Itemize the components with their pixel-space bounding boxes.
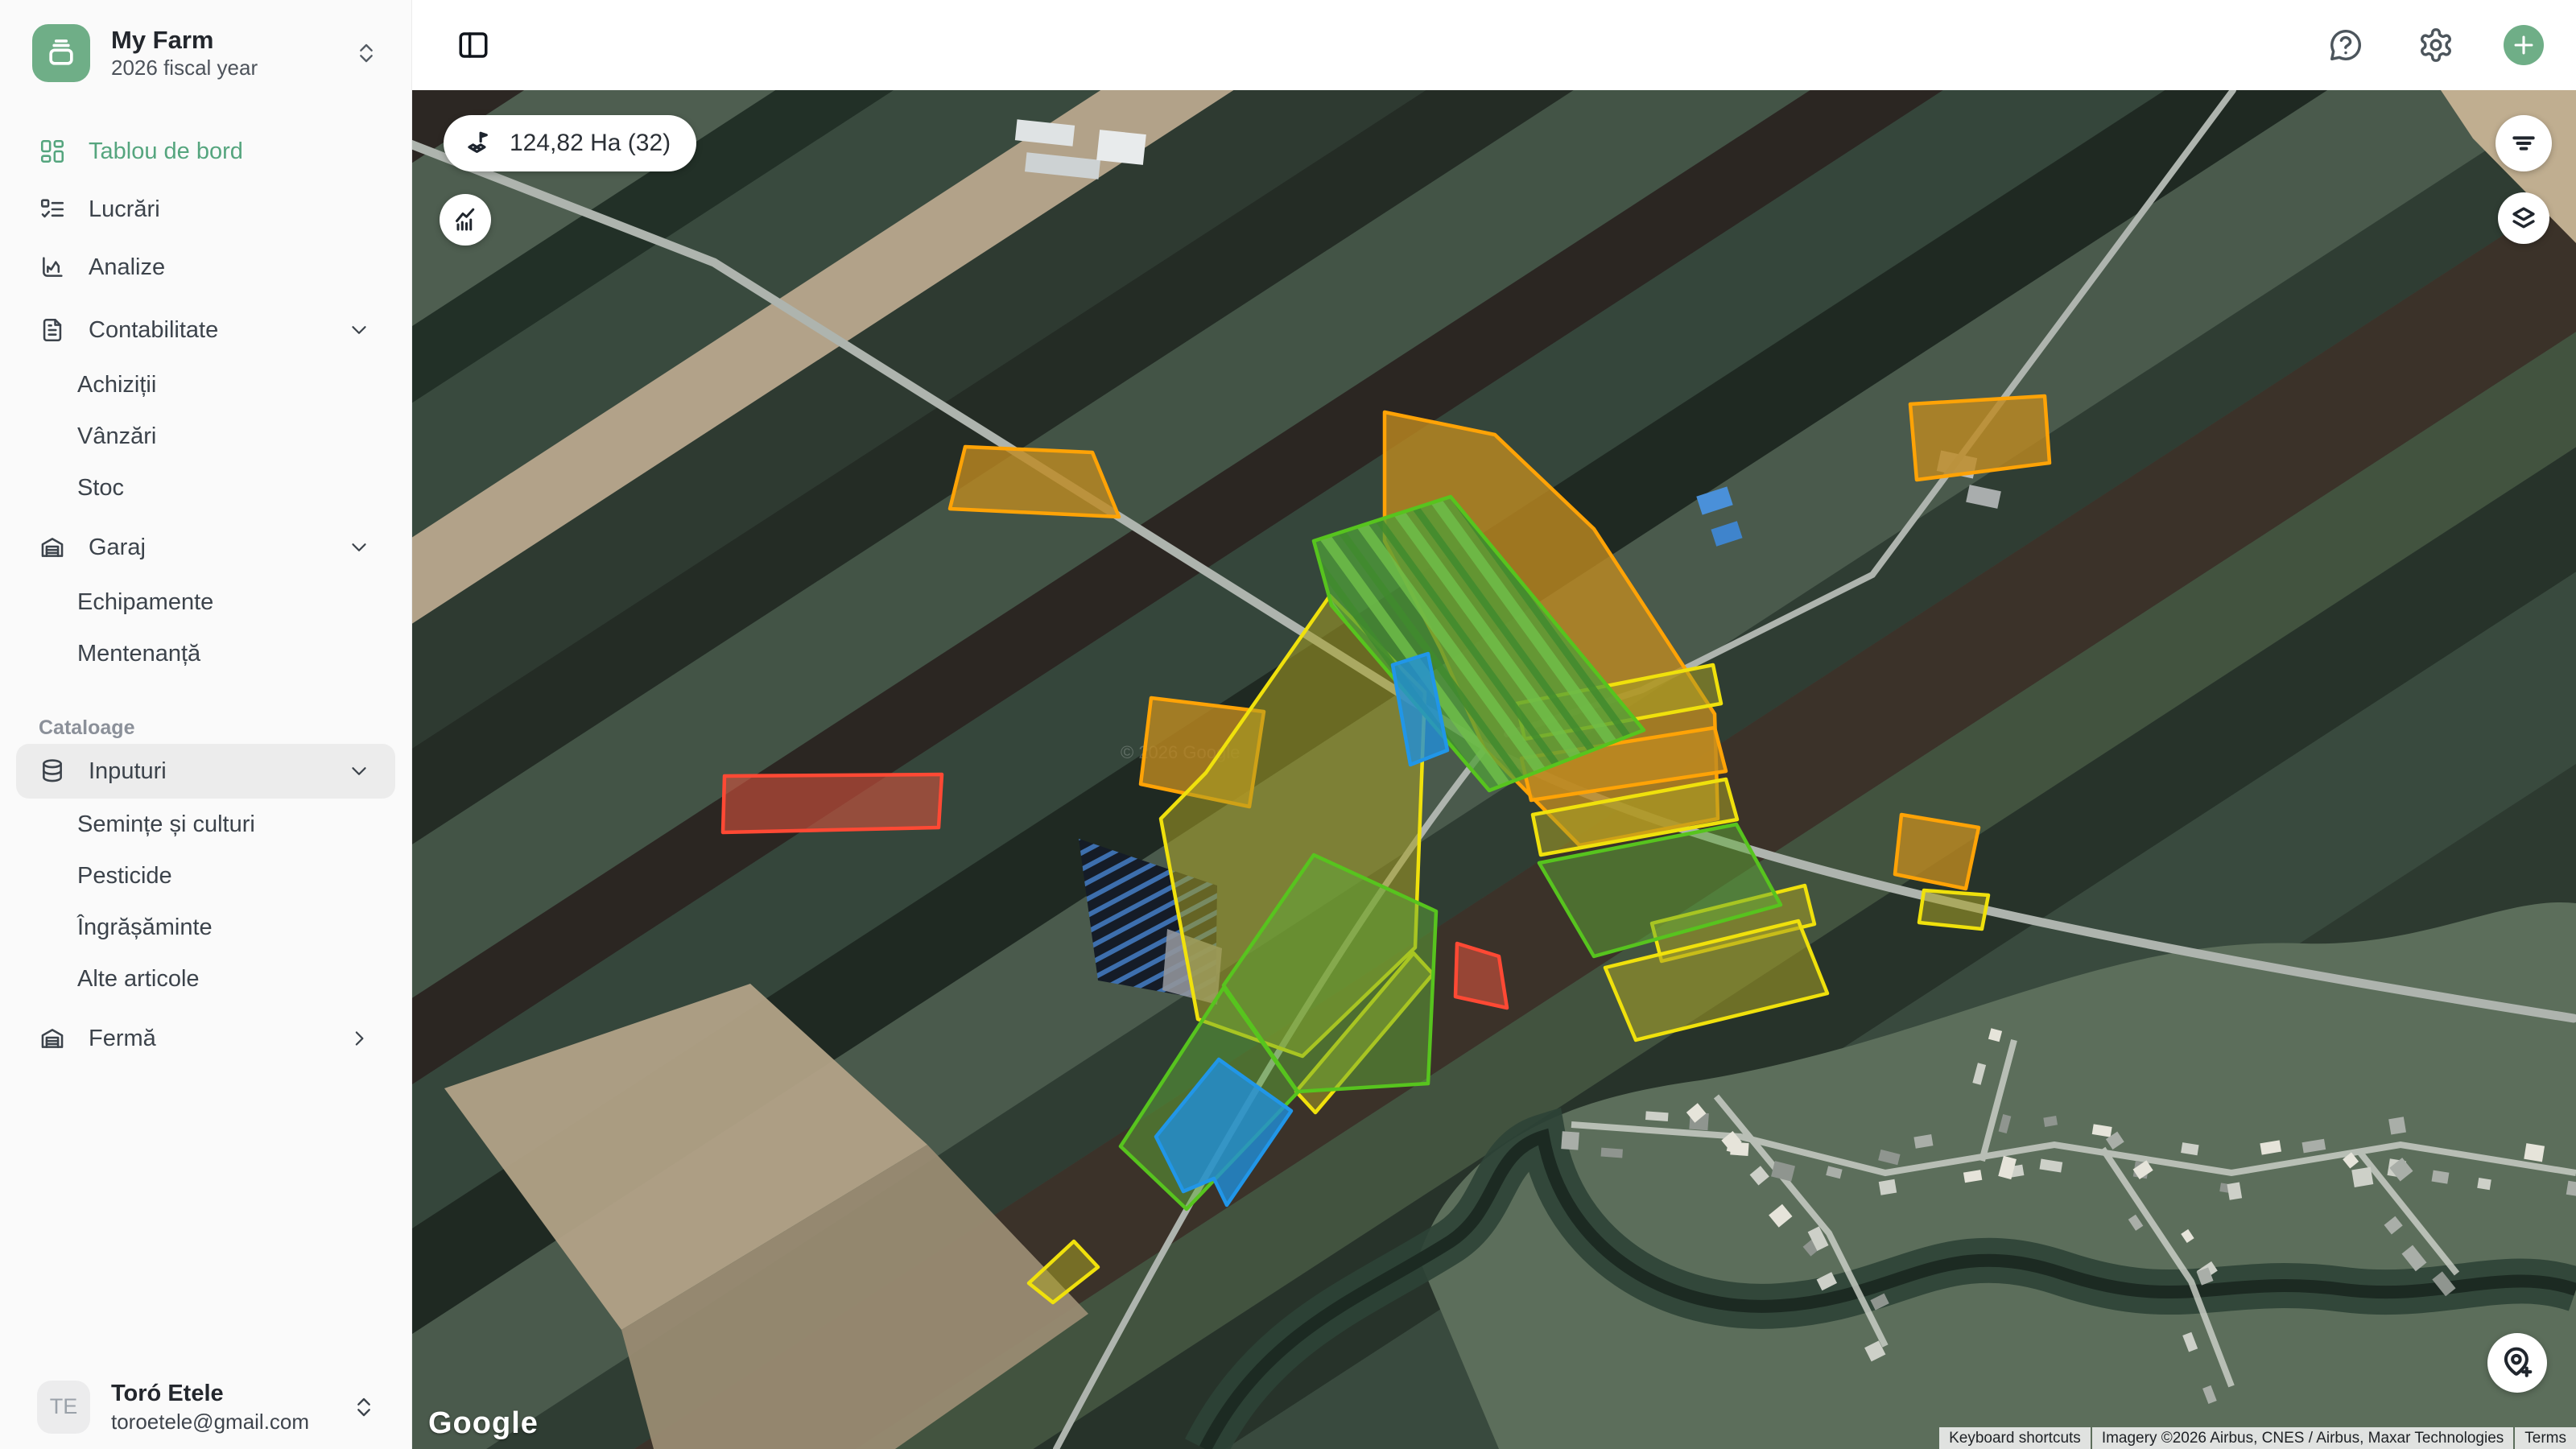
- avatar: TE: [37, 1381, 90, 1434]
- sidebar-item-maintenance[interactable]: Mentenanță: [0, 628, 411, 679]
- topbar: [412, 0, 2576, 90]
- sidebar-item-label: Analize: [89, 254, 371, 281]
- barn-icon: [39, 1025, 66, 1052]
- field-polygon-orange[interactable]: [1910, 396, 2050, 480]
- sidebar-item-label: Fermă: [89, 1026, 324, 1052]
- sidebar-item-pesticides[interactable]: Pesticide: [0, 850, 411, 902]
- chevron-down-icon: [347, 535, 371, 559]
- sidebar-item-label: Inputuri: [89, 758, 324, 785]
- user-menu[interactable]: TE Toró Etele toroetele@gmail.com: [0, 1379, 412, 1435]
- user-email: toroetele@gmail.com: [111, 1409, 330, 1435]
- dashboard-grid-icon: [39, 138, 66, 165]
- farm-management-app: My Farm 2026 fiscal year Tablou de bord: [0, 0, 2576, 1449]
- chevrons-up-down-icon[interactable]: [351, 1394, 377, 1420]
- farm-silo-icon: [43, 35, 79, 71]
- field-polygon-orange[interactable]: [1895, 815, 1979, 889]
- field-polygon-red[interactable]: [723, 774, 942, 832]
- chevron-down-icon: [347, 318, 371, 342]
- garage-icon: [39, 534, 66, 561]
- add-location-button[interactable]: [2487, 1333, 2547, 1393]
- plus-icon: [2510, 31, 2537, 59]
- fields-flag-icon: [463, 128, 493, 159]
- field-polygon-yellow[interactable]: [1919, 890, 1988, 929]
- sidebar-item-other-articles[interactable]: Alte articole: [0, 953, 411, 1005]
- terms-link[interactable]: Terms: [2515, 1427, 2576, 1449]
- chevron-down-icon: [347, 759, 371, 783]
- sidebar-item-seeds[interactable]: Semințe și culturi: [0, 799, 411, 850]
- help-button[interactable]: [2323, 23, 2368, 68]
- chevrons-up-down-icon[interactable]: [353, 40, 379, 66]
- sidebar-item-dashboard[interactable]: Tablou de bord: [0, 122, 411, 180]
- sidebar-toggle-button[interactable]: [451, 23, 496, 68]
- sidebar-item-label: Garaj: [89, 535, 324, 561]
- add-location-pin-icon: [2500, 1345, 2535, 1381]
- chart-icon: [39, 254, 66, 281]
- sidebar-item-analytics[interactable]: Analize: [0, 238, 411, 296]
- analytics-map-button[interactable]: [440, 194, 491, 246]
- user-name: Toró Etele: [111, 1379, 330, 1408]
- bar-chart-icon: [451, 205, 480, 234]
- sidebar-item-equipment[interactable]: Echipamente: [0, 576, 411, 628]
- document-icon: [39, 316, 66, 344]
- keyboard-shortcuts-link[interactable]: Keyboard shortcuts: [1939, 1427, 2091, 1449]
- map-canvas[interactable]: © 2026 Google: [412, 90, 2576, 1449]
- add-button[interactable]: [2504, 25, 2544, 65]
- area-summary-label: 124,82 Ha (32): [510, 130, 671, 157]
- layers-icon: [2508, 203, 2539, 233]
- sidebar-item-accounting[interactable]: Contabilitate: [0, 301, 411, 359]
- sidebar-item-tasks[interactable]: Lucrări: [0, 180, 411, 238]
- tasks-checklist-icon: [39, 196, 66, 223]
- sidebar-item-inputs[interactable]: Inputuri: [16, 744, 395, 799]
- filter-icon: [2508, 127, 2540, 159]
- area-summary-badge[interactable]: 124,82 Ha (32): [444, 115, 696, 171]
- catalog-section-label: Cataloage: [0, 712, 411, 744]
- sidebar-item-stock[interactable]: Stoc: [0, 462, 411, 514]
- help-icon: [2327, 27, 2364, 64]
- map-area: © 2026 Google 124,82 Ha (32): [412, 90, 2576, 1449]
- chevron-right-icon: [347, 1026, 371, 1051]
- sidebar-item-garage[interactable]: Garaj: [0, 518, 411, 576]
- database-icon: [39, 758, 66, 785]
- settings-button[interactable]: [2413, 23, 2458, 68]
- sidebar-item-sales[interactable]: Vânzări: [0, 411, 411, 462]
- sidebar: My Farm 2026 fiscal year Tablou de bord: [0, 0, 412, 1449]
- sidebar-item-label: Tablou de bord: [89, 138, 371, 165]
- filter-button[interactable]: [2496, 115, 2552, 171]
- sidebar-item-farm[interactable]: Fermă: [0, 1009, 411, 1067]
- map-attribution: Keyboard shortcuts Imagery ©2026 Airbus,…: [1938, 1427, 2576, 1449]
- farm-logo: [32, 24, 90, 82]
- workspace-switcher[interactable]: My Farm 2026 fiscal year: [0, 8, 411, 98]
- sidebar-item-label: Lucrări: [89, 196, 371, 223]
- sidebar-item-fertilizers[interactable]: Îngrășăminte: [0, 902, 411, 953]
- sidebar-item-purchases[interactable]: Achiziții: [0, 359, 411, 411]
- field-polygon-orange[interactable]: [950, 447, 1119, 517]
- google-logo: Google: [428, 1406, 539, 1441]
- gear-icon: [2417, 27, 2454, 64]
- imagery-attribution: Imagery ©2026 Airbus, CNES / Airbus, Max…: [2092, 1427, 2513, 1449]
- fiscal-year: 2026 fiscal year: [111, 55, 332, 81]
- sidebar-item-label: Contabilitate: [89, 317, 324, 344]
- workspace-name: My Farm: [111, 25, 332, 55]
- layers-button[interactable]: [2498, 192, 2549, 244]
- panel-left-icon: [456, 28, 490, 62]
- sidebar-nav: Tablou de bord Lucrări Analize: [0, 98, 411, 1067]
